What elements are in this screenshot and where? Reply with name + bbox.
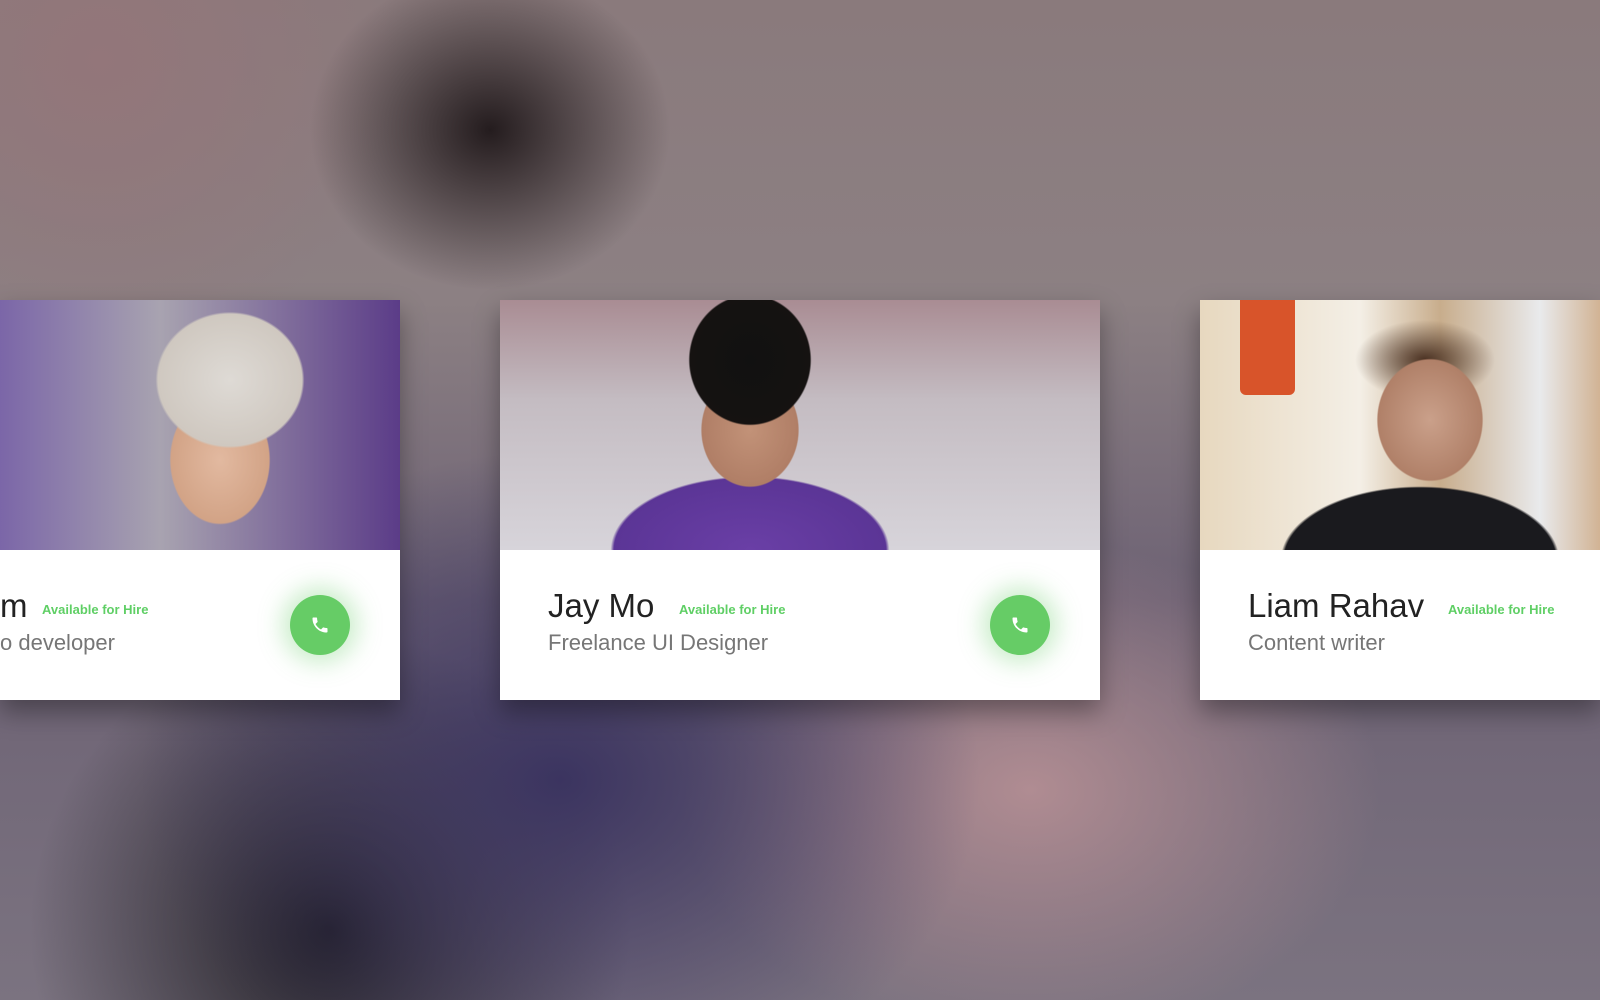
- profile-role: Content writer: [1248, 630, 1385, 655]
- availability-badge: Available for Hire: [1448, 602, 1555, 617]
- availability-badge: Available for Hire: [42, 602, 149, 617]
- profile-role: o developer: [0, 630, 115, 655]
- profile-photo: [500, 300, 1100, 550]
- phone-icon: [312, 617, 328, 633]
- profile-photo: [1200, 300, 1600, 550]
- profile-photo: [0, 300, 400, 550]
- call-button[interactable]: [990, 595, 1050, 655]
- profile-name: Jay Mo: [548, 587, 655, 624]
- phone-icon: [1012, 617, 1028, 633]
- profile-name: m: [0, 587, 28, 624]
- call-button[interactable]: [290, 595, 350, 655]
- profile-name: Liam Rahav: [1248, 587, 1425, 624]
- profile-card-left: m Available for Hire o developer: [0, 300, 400, 700]
- profile-card-center: Jay Mo Available for Hire Freelance UI D…: [500, 300, 1100, 700]
- fire-extinguisher: [1240, 300, 1295, 395]
- profile-role: Freelance UI Designer: [548, 630, 769, 655]
- profile-card-right: Liam Rahav Available for Hire Content wr…: [1200, 300, 1600, 700]
- availability-badge: Available for Hire: [679, 602, 786, 617]
